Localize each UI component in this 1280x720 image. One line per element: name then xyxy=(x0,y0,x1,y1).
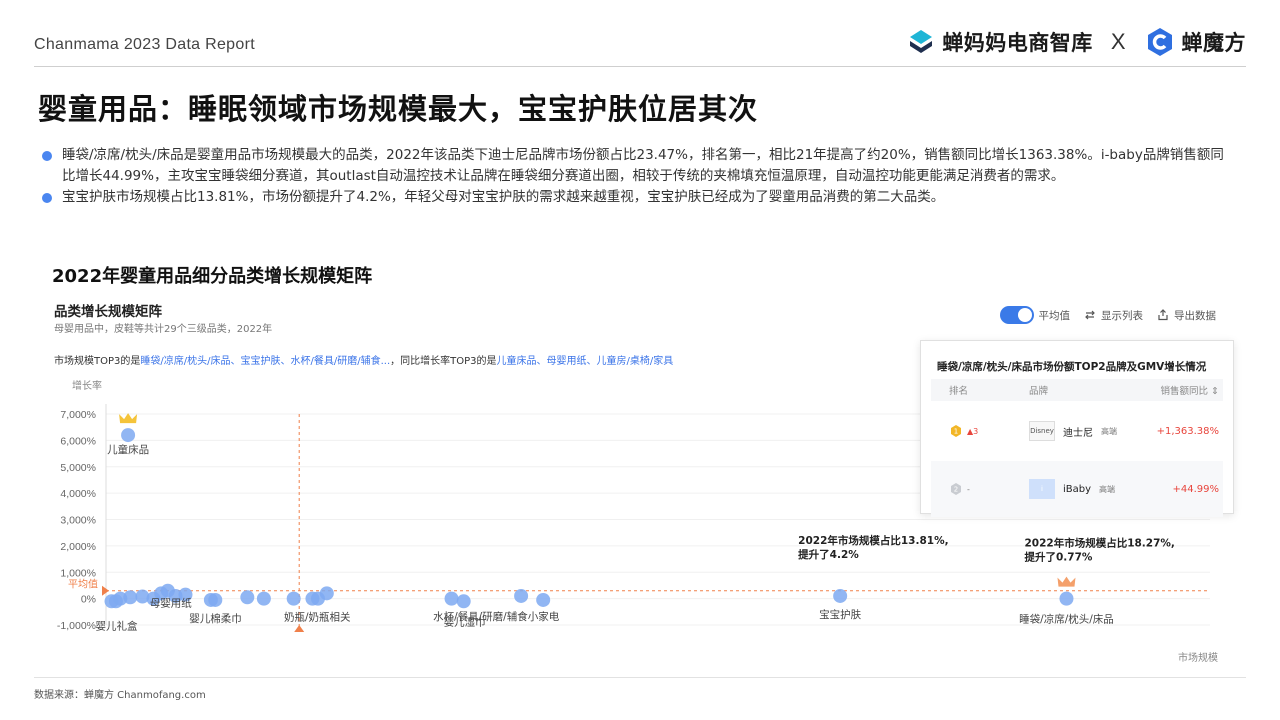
rank-change: ▲3 xyxy=(967,426,979,436)
y-tick-label: -1,000% xyxy=(57,620,96,632)
point-label: 睡袋/凉席/枕头/床品 xyxy=(1019,613,1114,626)
point-label: 母婴用纸 xyxy=(150,597,192,610)
annotation-text: 提升了4.2% xyxy=(798,548,859,561)
y-tick-label: 7,000% xyxy=(60,409,96,421)
brand-logo: i xyxy=(1029,479,1055,499)
brand-name[interactable]: 迪士尼 xyxy=(1063,424,1093,439)
point-label: 婴儿棉柔巾 xyxy=(189,612,242,625)
average-x-marker xyxy=(294,625,305,632)
footer-divider xyxy=(34,677,1246,678)
svg-text:2: 2 xyxy=(954,486,958,494)
brand-logo: Disney xyxy=(1029,421,1055,441)
brand-left-name: 蝉妈妈电商智库 xyxy=(942,31,1093,55)
brand-tag: 高端 xyxy=(1099,484,1116,494)
brand-right-name: 蝉魔方 xyxy=(1181,31,1246,55)
data-point[interactable] xyxy=(456,594,471,609)
data-point[interactable] xyxy=(1059,591,1074,606)
svg-text:1: 1 xyxy=(954,428,958,436)
point-label: 奶瓶/奶瓶相关 xyxy=(284,611,351,624)
data-point[interactable] xyxy=(833,588,848,603)
data-point[interactable] xyxy=(536,592,551,607)
data-point[interactable] xyxy=(121,428,136,443)
brand-name[interactable]: iBaby xyxy=(1063,484,1091,495)
x-axis-label: 市场规模 xyxy=(1178,651,1218,664)
header-rank: 排名 xyxy=(949,386,969,397)
crown-icon xyxy=(119,413,138,424)
y-tick-label: 3,000% xyxy=(60,515,96,527)
data-point[interactable] xyxy=(444,591,459,606)
popup-header-row: 排名 品牌 销售额同比 ⇕ xyxy=(931,379,1223,401)
rank-change: - xyxy=(967,484,970,494)
bullet-list: 睡袋/凉席/枕头/床品是婴童用品市场规模最大的品类，2022年该品类下迪士尼品牌… xyxy=(42,145,1232,208)
y-axis-label: 增长率 xyxy=(72,379,102,392)
y-tick-label: 6,000% xyxy=(60,435,96,447)
data-point[interactable] xyxy=(240,590,255,605)
brand-tag: 高端 xyxy=(1101,426,1117,436)
chart-panel: 品类增长规模矩阵 母婴用品中，皮鞋等共计29个三级品类，2022年 市场规模TO… xyxy=(42,290,1242,670)
brand-separator: X xyxy=(1110,29,1126,54)
average-label: 平均值 xyxy=(68,578,98,591)
data-source: 数据来源：蝉魔方 Chanmofang.com xyxy=(34,690,206,701)
point-label: 婴儿礼盒 xyxy=(96,619,138,632)
y-tick-label: 5,000% xyxy=(60,462,96,474)
y-tick-label: 4,000% xyxy=(60,488,96,500)
point-label: 水杯/餐具/研磨/辅食小家电 xyxy=(433,610,560,623)
data-point[interactable] xyxy=(208,592,223,607)
chanmama-logo: 蝉妈妈电商智库 xyxy=(906,27,1093,57)
data-point[interactable] xyxy=(319,586,334,601)
annotation-text: 2022年市场规模占比18.27%, xyxy=(1024,537,1174,550)
report-title: Chanmama 2023 Data Report xyxy=(34,36,255,53)
bullet-item: 睡袋/凉席/枕头/床品是婴童用品市场规模最大的品类，2022年该品类下迪士尼品牌… xyxy=(42,145,1232,187)
data-point[interactable] xyxy=(514,588,529,603)
rank-cell: 1 ▲3 xyxy=(931,424,991,438)
chanmama-logo-icon xyxy=(910,30,933,53)
rank-cell: 2 - xyxy=(931,482,991,496)
data-point[interactable] xyxy=(256,591,271,606)
bullet-item: 宝宝护肤市场规模占比13.81%，市场份额提升了4.2%，年轻父母对宝宝护肤的需… xyxy=(42,187,1232,208)
crown-icon xyxy=(1057,576,1076,587)
data-point[interactable] xyxy=(286,591,301,606)
popup-title: 睡袋/凉席/枕头/床品市场份额TOP2品牌及GMV增长情况 xyxy=(937,361,1207,373)
brand-area: 蝉妈妈电商智库 X 蝉魔方 xyxy=(906,22,1246,62)
point-label: 儿童床品 xyxy=(107,443,149,456)
table-row[interactable]: 1 ▲3 Disney 迪士尼 高端 +1,363.38% xyxy=(931,403,1223,459)
y-tick-label: 2,000% xyxy=(60,541,96,553)
y-tick-label: 1,000% xyxy=(60,567,96,579)
header-brand: 品牌 xyxy=(1029,386,1049,397)
annotation-text: 2022年市场规模占比13.81%, xyxy=(798,534,948,547)
annotation-text: 提升了0.77% xyxy=(1024,551,1092,564)
chanmofang-logo: 蝉魔方 xyxy=(1144,26,1247,58)
table-row[interactable]: 2 - i iBaby 高端 +44.99% xyxy=(931,461,1223,517)
point-label: 宝宝护肤 xyxy=(819,608,861,621)
gmv-yoy: +44.99% xyxy=(1172,483,1219,495)
header-gmv[interactable]: 销售额同比 ⇕ xyxy=(1141,383,1223,397)
brand-popup: 睡袋/凉席/枕头/床品市场份额TOP2品牌及GMV增长情况 排名 品牌 销售额同… xyxy=(920,340,1234,517)
header-divider xyxy=(34,66,1246,67)
gmv-yoy: +1,363.38% xyxy=(1156,425,1219,437)
chart-section-title: 2022年婴童用品细分品类增长规模矩阵 xyxy=(52,266,373,287)
brand-cell: Disney 迪士尼 高端 xyxy=(991,421,1141,441)
brand-cell: i iBaby 高端 xyxy=(991,479,1141,499)
gold-medal-icon: 1 xyxy=(951,425,961,437)
sort-icon: ⇕ xyxy=(1211,386,1219,397)
silver-medal-icon: 2 xyxy=(951,483,961,495)
page-title: 婴童用品：睡眠领域市场规模最大，宝宝护肤位居其次 xyxy=(38,92,759,126)
data-point[interactable] xyxy=(123,590,138,605)
y-tick-label: 0% xyxy=(81,594,96,606)
chanmofang-logo-icon xyxy=(1147,28,1172,56)
